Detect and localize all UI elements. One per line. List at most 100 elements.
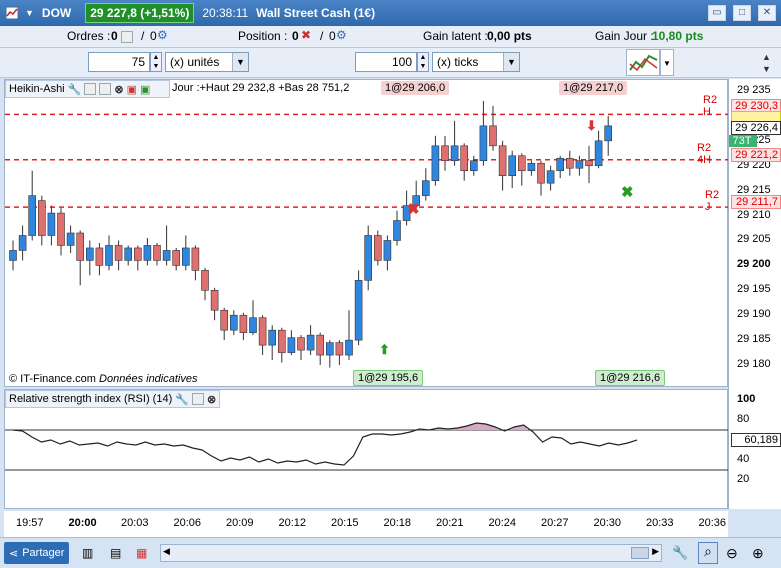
candle-body — [479, 125, 488, 162]
price-axis-tick: 29 185 — [737, 333, 771, 346]
candle-body — [162, 250, 171, 261]
candle-body — [28, 195, 37, 236]
orderbook-icon[interactable]: ▦ — [136, 546, 147, 560]
price-badge: 29 227,8 (+1,51%) — [85, 3, 195, 23]
candle-body — [153, 245, 161, 261]
trade-tag-sell[interactable]: 1@29 217,0 — [559, 81, 628, 95]
buy-marker-icon: ✖ — [621, 184, 634, 201]
ticks-unit-select[interactable]: (x) ticks ▼ — [432, 52, 520, 72]
candle-body — [86, 247, 94, 261]
instrument-name: Wall Street Cash (1€) — [256, 6, 376, 20]
window-icon[interactable] — [191, 393, 204, 405]
scrollbar-thumb[interactable] — [631, 547, 649, 559]
r2j-price-label: 29 211,7 — [731, 195, 781, 209]
zoom-in-icon[interactable]: ⊕ — [752, 545, 764, 562]
candle-body — [383, 240, 392, 261]
time-axis[interactable]: 19:57 20:00 20:03 20:06 20:09 20:12 20:15 20:18… — [4, 511, 728, 537]
orders-label: Ordres : — [67, 29, 111, 43]
buy-icon[interactable]: ▣ — [140, 83, 150, 96]
rsi-axis-tick: 100 — [737, 393, 756, 405]
time-axis-tick: 20:18 — [383, 517, 412, 529]
level-label-r2-4h: R2 4H — [697, 142, 712, 166]
horizontal-scrollbar[interactable]: ◀ ▶ — [160, 544, 662, 562]
price-axis-tick: 29 215 — [737, 183, 771, 196]
chevron-down-icon[interactable]: ▼ — [232, 53, 248, 71]
candle-body — [546, 170, 555, 184]
gain-jour-label: Gain Jour : — [595, 29, 654, 43]
quantity-input[interactable]: 75 — [88, 52, 150, 72]
time-axis-tick: 20:24 — [488, 517, 517, 529]
close-position-icon[interactable]: ✖ — [301, 28, 311, 42]
candle-body — [575, 160, 584, 169]
level-label-r2j: R2 J — [705, 189, 720, 213]
wrench-icon[interactable]: 🔧 — [68, 83, 82, 96]
price-axis-tick: 29 210 — [737, 208, 771, 221]
trade-tag-buy[interactable]: 1@29 195,6 — [353, 370, 424, 386]
clock: 20:38:11 — [202, 6, 249, 20]
chevron-down-icon[interactable]: ▼ — [503, 53, 519, 71]
zoom-fit-icon[interactable]: ⌕ — [698, 542, 718, 564]
screenshot-icon[interactable] — [99, 83, 112, 95]
quantity-unit-select[interactable]: (x) unités ▼ — [165, 52, 249, 72]
rsi-chart-canvas[interactable] — [5, 390, 729, 510]
candle-body — [306, 334, 315, 351]
candle-body — [76, 232, 84, 261]
scroll-right-icon[interactable]: ▶ — [652, 546, 659, 557]
sell-arrow-icon: ⬇ — [586, 118, 597, 133]
candle-body — [201, 270, 209, 291]
time-axis-tick: 20:36 — [698, 517, 727, 529]
bottom-toolbar: ⋖ Partager ▥ ▤ ▦ ◀ ▶ 🔧 ⌕ ⊖ ⊕ — [0, 537, 781, 568]
price-chart[interactable]: ✖ ⬆ ⬇ ✖ Heikin-Ashi 🔧 ⊗ ▣ ▣ Jour :+Haut 29 … — [4, 79, 729, 388]
price-axis[interactable]: 29 23529 23029 22529 22029 21529 21029 2… — [728, 79, 781, 509]
trade-tag-sell[interactable]: 1@29 206,0 — [381, 81, 450, 95]
buy-arrow-icon: ⬆ — [379, 342, 390, 357]
list-icon[interactable]: ▤ — [110, 546, 121, 560]
scroll-left-icon[interactable]: ◀ — [163, 546, 170, 557]
position-gears-icon[interactable]: ⚙ — [336, 28, 347, 42]
symbol-label[interactable]: DOW — [42, 6, 71, 20]
title-bar: ▼ DOW 29 227,8 (+1,51%) 20:38:11 Wall St… — [0, 0, 781, 26]
candle-body — [565, 157, 574, 169]
chevron-down-icon[interactable]: ▼ — [762, 64, 776, 78]
time-axis-tick: 20:33 — [646, 517, 674, 529]
chevron-down-icon[interactable]: ▼ — [660, 49, 674, 76]
chart-header-toolbar: Heikin-Ashi 🔧 ⊗ ▣ ▣ — [5, 80, 170, 98]
share-button[interactable]: ⋖ Partager — [4, 542, 70, 564]
wrench-icon[interactable]: 🔧 — [175, 393, 189, 406]
window-icon[interactable] — [84, 83, 97, 95]
zoom-out-icon[interactable]: ⊖ — [726, 545, 738, 562]
close-icon[interactable]: ⊗ — [114, 83, 123, 96]
close-icon[interactable]: ✕ — [758, 5, 776, 21]
strategy-chart-button[interactable] — [626, 49, 660, 76]
sell-icon[interactable]: ▣ — [127, 83, 137, 96]
candle-body — [556, 157, 565, 172]
gears-icon[interactable]: ⚙ — [157, 28, 168, 42]
maximize-icon[interactable]: □ — [733, 5, 751, 21]
quantity-stepper[interactable]: ▲ ▼ — [150, 52, 162, 72]
trade-tag-buy[interactable]: 1@29 216,6 — [595, 370, 666, 386]
ticks-stepper[interactable]: ▲ ▼ — [417, 52, 429, 72]
candle-body — [134, 247, 142, 261]
candle-body — [105, 245, 113, 266]
chevron-down-icon[interactable]: ▼ — [25, 8, 34, 18]
ticks-input[interactable]: 100 — [355, 52, 417, 72]
price-axis-tick: 29 190 — [737, 308, 771, 321]
candle-body — [441, 145, 449, 162]
gain-latent-value: 0,00 pts — [487, 29, 532, 43]
price-chart-canvas[interactable]: ✖ ⬆ ⬇ ✖ — [5, 80, 729, 388]
close-orders-icon[interactable] — [121, 31, 133, 43]
rsi-header: Relative strength index (RSI) (14) 🔧 ⊗ — [5, 390, 221, 408]
sell-marker-icon: ✖ — [407, 201, 420, 218]
close-icon[interactable]: ⊗ — [207, 393, 216, 406]
time-axis-tick: 20:09 — [226, 517, 254, 529]
gain-jour-value: 10,80 pts — [652, 29, 704, 43]
candles-icon[interactable]: ▥ — [82, 546, 93, 560]
rsi-panel[interactable]: Relative strength index (RSI) (14) 🔧 ⊗ — [4, 389, 729, 510]
candle-body — [249, 317, 257, 333]
minimize-icon[interactable]: ▭ — [708, 5, 726, 21]
tick-count-badge: 73T — [729, 135, 757, 147]
candle-body — [47, 212, 56, 236]
wrench-icon[interactable]: 🔧 — [672, 545, 688, 561]
candle-body — [335, 342, 344, 356]
candle-body — [354, 280, 363, 341]
